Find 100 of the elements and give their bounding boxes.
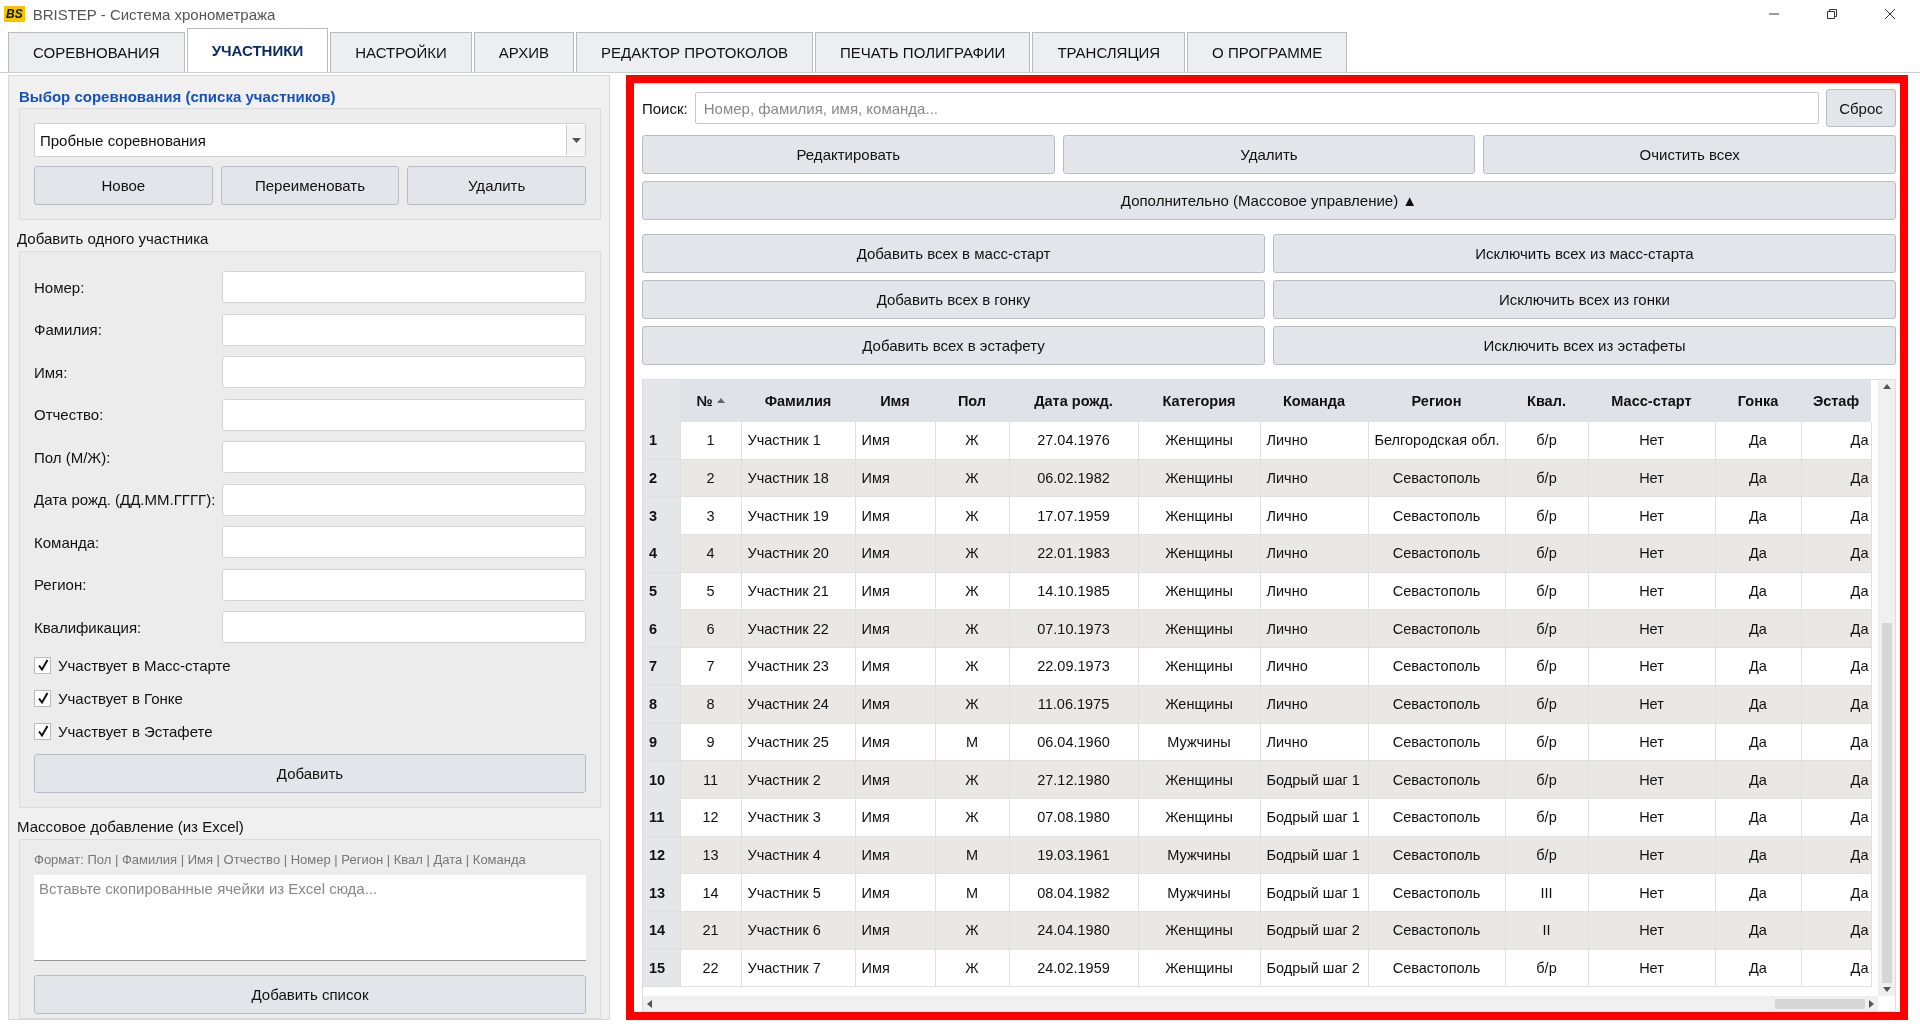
row-header[interactable]: 14 [643,911,680,950]
table-cell: Ж [935,685,1009,723]
row-header[interactable]: 1 [643,422,680,460]
tab[interactable]: СОРЕВНОВАНИЯ [8,32,185,72]
bulk-action-button[interactable]: Исключить всех из эстафеты [1273,326,1896,365]
column-header[interactable]: Команда [1260,380,1368,422]
row-header[interactable]: 11 [643,798,680,837]
row-header[interactable]: 8 [643,685,680,723]
table-cell: Ж [935,647,1009,686]
tab[interactable]: ТРАНСЛЯЦИЯ [1032,32,1186,72]
tab[interactable]: НАСТРОЙКИ [330,32,472,72]
table-cell: Участник 18 [741,459,855,497]
checkbox[interactable] [34,689,51,707]
search-field[interactable]: Номер, фамилия, имя, команда... [694,92,1819,124]
action-button[interactable]: Удалить [1062,135,1476,174]
action-button[interactable]: Новое [34,166,213,205]
row-header[interactable]: 3 [643,496,680,535]
table-cell: М [935,836,1009,874]
paste-area[interactable]: Вставьте скопированные ячейки из Excel сюда... [34,874,586,961]
table-cell: Бодрый шаг 1 [1260,836,1368,874]
table-cell: 27.04.1976 [1009,422,1138,460]
vertical-scrollbar[interactable] [1878,380,1895,996]
column-header[interactable]: Масс-старт [1588,380,1715,422]
scroll-right-icon[interactable] [1869,999,1874,1008]
row-header[interactable]: 12 [643,836,680,874]
input-field[interactable] [222,568,586,601]
row-header[interactable]: 15 [643,949,680,987]
checkbox-label[interactable]: Участвует в Масс-старте [58,656,231,674]
row-header[interactable]: 7 [643,647,680,686]
close-icon[interactable] [1884,8,1896,20]
bulk-action-button[interactable]: Добавить всех в эстафету [642,326,1265,365]
row-header[interactable]: 2 [643,459,680,497]
table-cell: Да [1801,911,1871,950]
restore-icon[interactable] [1826,8,1838,20]
column-header[interactable]: Регион [1368,380,1505,422]
competition-dropdown[interactable]: Пробные соревнования [34,123,586,157]
table-cell: Да [1715,836,1801,874]
checkbox[interactable] [34,656,51,674]
column-header[interactable]: Пол [935,380,1009,422]
add-button[interactable]: Добавить [34,753,586,793]
table-cell: Лично [1260,609,1368,648]
scroll-up-icon[interactable] [1882,384,1891,389]
column-header[interactable]: Дата рожд. [1009,380,1138,422]
row-header[interactable]: 5 [643,572,680,610]
table-cell: Участник 21 [741,572,855,610]
tab[interactable]: РЕДАКТОР ПРОТОКОЛОВ [575,32,814,72]
column-header[interactable]: Имя [855,380,935,422]
column-header[interactable]: Гонка [1715,380,1801,422]
tab[interactable]: АРХИВ [473,32,574,72]
checkbox-label[interactable]: Участвует в Эстафете [58,722,213,740]
column-header[interactable]: Категория [1138,380,1260,422]
input-field[interactable] [222,356,586,389]
input-field[interactable] [222,313,586,346]
column-header[interactable]: № [680,380,741,422]
input-field[interactable] [222,526,586,559]
table-cell: Женщины [1138,949,1260,987]
table-cell: 7 [680,647,741,686]
row-header[interactable]: 4 [643,534,680,573]
row-header[interactable]: 6 [643,609,680,648]
field-label: Имя: [34,363,69,381]
checkbox-label[interactable]: Участвует в Гонке [58,689,183,707]
horizontal-scrollbar[interactable] [643,996,1878,1011]
bulk-action-button[interactable]: Добавить всех в масс-старт [642,234,1265,273]
input-field[interactable] [222,483,586,516]
action-button[interactable]: Переименовать [220,166,400,205]
action-button[interactable]: Удалить [407,166,586,205]
table-cell: Нет [1588,836,1715,874]
column-header[interactable]: Эстаф [1801,380,1871,422]
checkbox[interactable] [34,722,51,740]
reset-button[interactable]: Сброс [1826,89,1896,127]
row-header[interactable]: 13 [643,873,680,912]
table-cell: Да [1801,534,1871,573]
scroll-down-icon[interactable] [1882,987,1891,992]
add-list-button[interactable]: Добавить список [34,974,586,1014]
action-button[interactable]: Редактировать [642,135,1055,174]
bulk-action-button[interactable]: Исключить всех из гонки [1273,280,1896,319]
tab[interactable]: О ПРОГРАММЕ [1187,32,1348,72]
more-toggle-button[interactable]: Дополнительно (Массовое управление) ▲ [642,181,1896,220]
table-cell: Женщины [1138,911,1260,950]
row-header[interactable]: 9 [643,723,680,761]
column-header[interactable]: Квал. [1505,380,1588,422]
tab[interactable]: УЧАСТНИКИ [186,28,329,72]
table-cell: Женщины [1138,459,1260,497]
table-cell: Имя [855,911,935,950]
action-button[interactable]: Очистить всех [1483,135,1896,174]
table-cell: Участник 2 [741,760,855,799]
table-cell: Да [1801,760,1871,799]
bulk-action-button[interactable]: Добавить всех в гонку [642,280,1265,319]
column-header[interactable]: Фамилия [741,380,855,422]
input-field[interactable] [222,398,586,431]
input-field[interactable] [222,611,586,644]
tab[interactable]: ПЕЧАТЬ ПОЛИГРАФИИ [815,32,1031,72]
table-cell: Ж [935,949,1009,987]
table-cell: Севастополь [1368,949,1505,987]
row-header[interactable]: 10 [643,760,680,799]
scroll-left-icon[interactable] [647,999,652,1008]
bulk-action-button[interactable]: Исключить всех из масс-старта [1273,234,1896,273]
input-field[interactable] [222,271,586,304]
table-cell: Нет [1588,422,1715,460]
input-field[interactable] [222,441,586,474]
